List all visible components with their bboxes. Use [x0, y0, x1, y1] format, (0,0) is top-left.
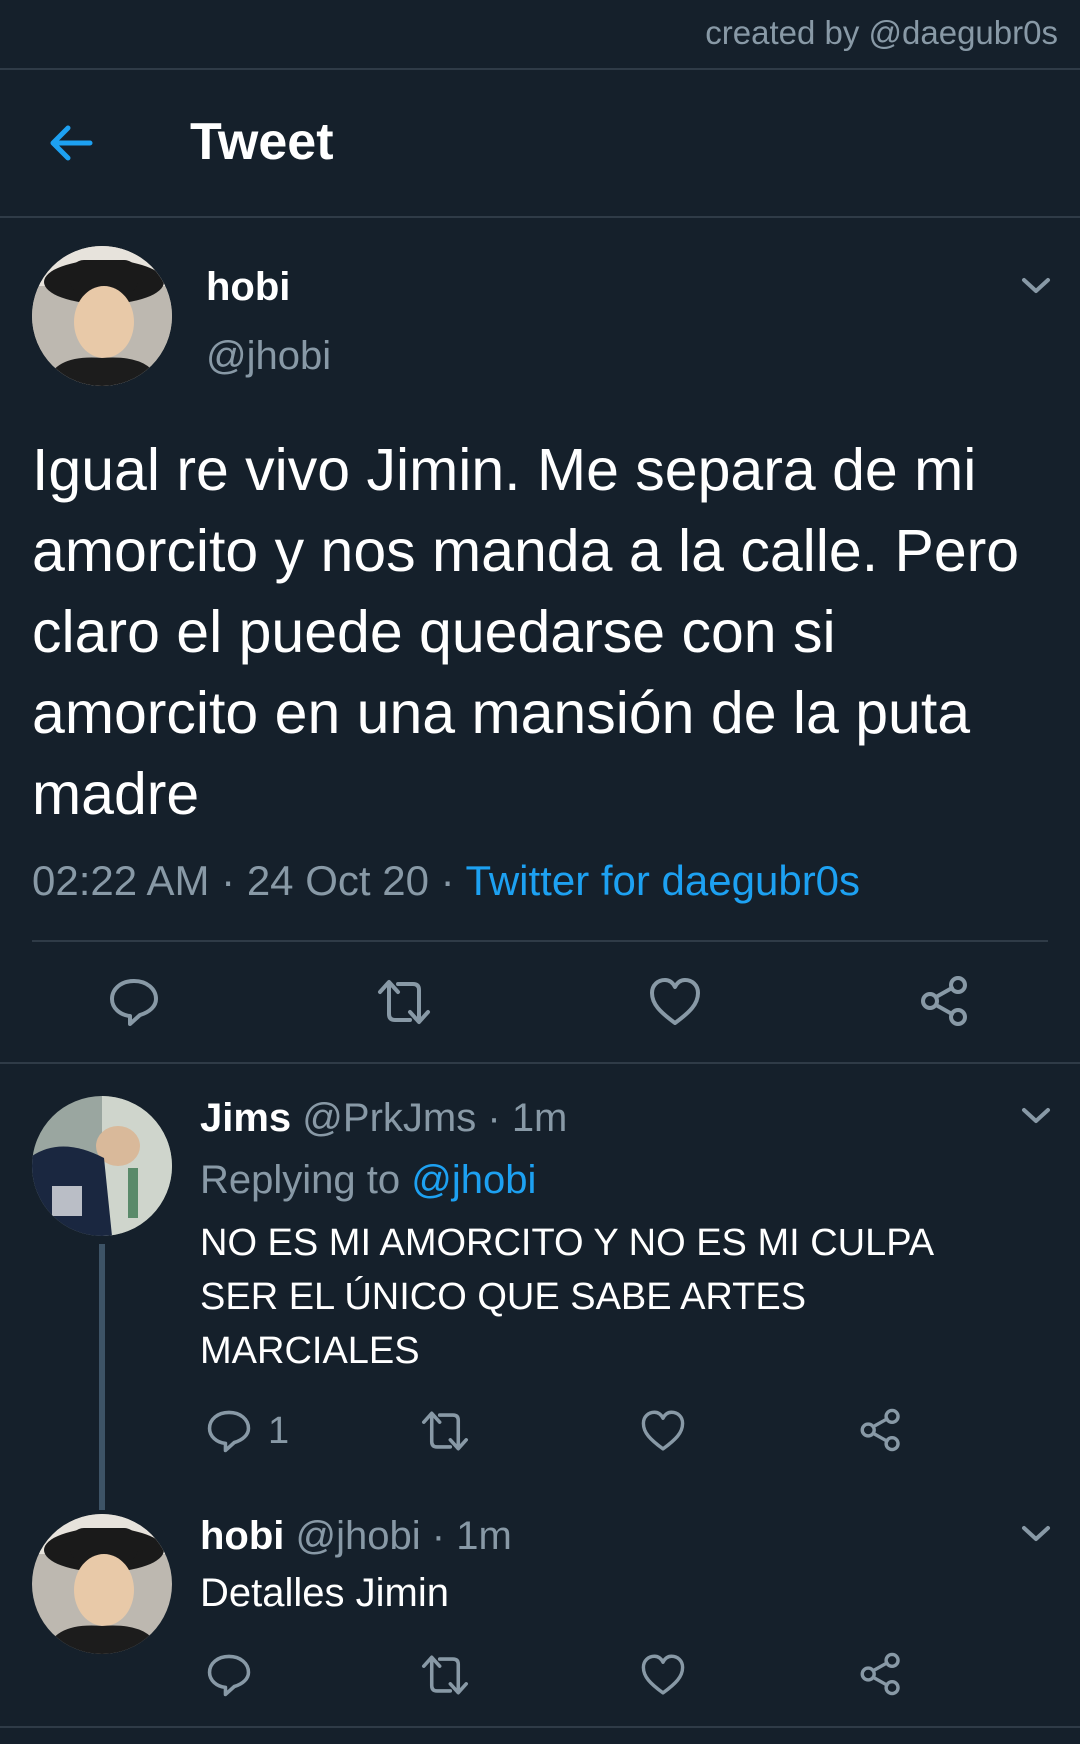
tweet-metadata: 02:22 AM · 24 Oct 20 · Twitter for daegu…	[32, 856, 860, 906]
separator-dot: ·	[221, 857, 236, 904]
replying-to-handle[interactable]: @jhobi	[411, 1158, 536, 1202]
reply-button[interactable]	[206, 1408, 252, 1454]
chevron-down-icon	[1022, 1526, 1050, 1541]
tweet-source-link[interactable]: Twitter for daegubr0s	[466, 857, 861, 904]
reply-count: 1	[268, 1410, 290, 1452]
replying-to-label: Replying to	[200, 1158, 401, 1202]
reply-icon	[207, 1410, 251, 1453]
reply-button[interactable]	[108, 976, 160, 1028]
tweet-menu-button[interactable]	[1018, 270, 1054, 300]
share-button[interactable]	[858, 1651, 904, 1697]
header-divider	[0, 216, 1080, 218]
tweet-divider	[32, 940, 1048, 942]
reply-time: 1m	[511, 1096, 568, 1140]
separator-dot: ·	[440, 857, 455, 904]
retweet-icon	[378, 980, 430, 1024]
heart-icon	[650, 978, 700, 1025]
like-button[interactable]	[640, 1652, 686, 1698]
share-button[interactable]	[918, 974, 972, 1028]
avatar-photo	[32, 1514, 172, 1654]
avatar[interactable]	[32, 1514, 172, 1654]
reply-author-handle[interactable]: @PrkJms	[302, 1096, 476, 1140]
share-icon	[860, 1408, 900, 1452]
share-icon	[860, 1652, 900, 1696]
retweet-icon	[422, 1655, 468, 1695]
avatar[interactable]	[32, 1096, 172, 1236]
reply-text: Detalles Jimin	[200, 1571, 449, 1615]
author-name[interactable]: hobi	[206, 265, 290, 310]
retweet-button[interactable]	[420, 1408, 470, 1454]
separator-dot: ·	[431, 1514, 446, 1558]
like-button[interactable]	[640, 1408, 686, 1454]
reply-menu-button[interactable]	[1018, 1100, 1054, 1130]
reply-author-handle[interactable]: @jhobi	[296, 1514, 421, 1558]
avatar-photo	[32, 1096, 172, 1236]
retweet-button[interactable]	[420, 1652, 470, 1698]
retweet-icon	[422, 1411, 468, 1451]
heart-icon	[641, 1654, 685, 1695]
separator-dot: ·	[487, 1096, 501, 1140]
reply-text: NO ES MI AMORCITO Y NO ES MI CULPA SER E…	[200, 1222, 933, 1372]
reply-menu-button[interactable]	[1018, 1518, 1054, 1548]
chevron-down-icon	[1022, 1108, 1050, 1123]
avatar-photo	[32, 246, 172, 386]
watermark: created by @daegubr0s	[705, 14, 1058, 51]
share-button[interactable]	[858, 1407, 904, 1453]
tweet-date: 24 Oct 20	[246, 857, 429, 904]
reply-icon	[207, 1654, 251, 1697]
tweet-time: 02:22 AM	[32, 857, 210, 904]
tweet-text: Igual re vivo Jimin. Me separa de mi amo…	[32, 437, 1020, 827]
page-title: Tweet	[190, 113, 334, 171]
bottom-divider	[0, 1726, 1080, 1728]
retweet-button[interactable]	[376, 976, 432, 1028]
share-icon	[921, 976, 967, 1026]
section-divider	[0, 1062, 1080, 1064]
reply-icon	[110, 979, 158, 1026]
heart-icon	[641, 1410, 685, 1451]
replying-to: Replying to @jhobi	[200, 1156, 536, 1204]
top-divider	[0, 68, 1080, 70]
reply-header: hobi @jhobi · 1m	[200, 1512, 512, 1560]
arrow-left-icon	[50, 125, 93, 161]
chevron-down-icon	[1022, 278, 1050, 293]
reply-author-name[interactable]: Jims	[200, 1096, 291, 1140]
avatar[interactable]	[32, 246, 172, 386]
thread-line	[99, 1244, 105, 1510]
back-button[interactable]	[46, 118, 96, 168]
reply-author-name[interactable]: hobi	[200, 1514, 284, 1558]
reply-header: Jims @PrkJms · 1m	[200, 1094, 567, 1142]
reply-button[interactable]	[206, 1652, 252, 1698]
like-button[interactable]	[648, 976, 702, 1028]
author-handle[interactable]: @jhobi	[206, 334, 331, 379]
reply-time: 1m	[456, 1514, 512, 1558]
